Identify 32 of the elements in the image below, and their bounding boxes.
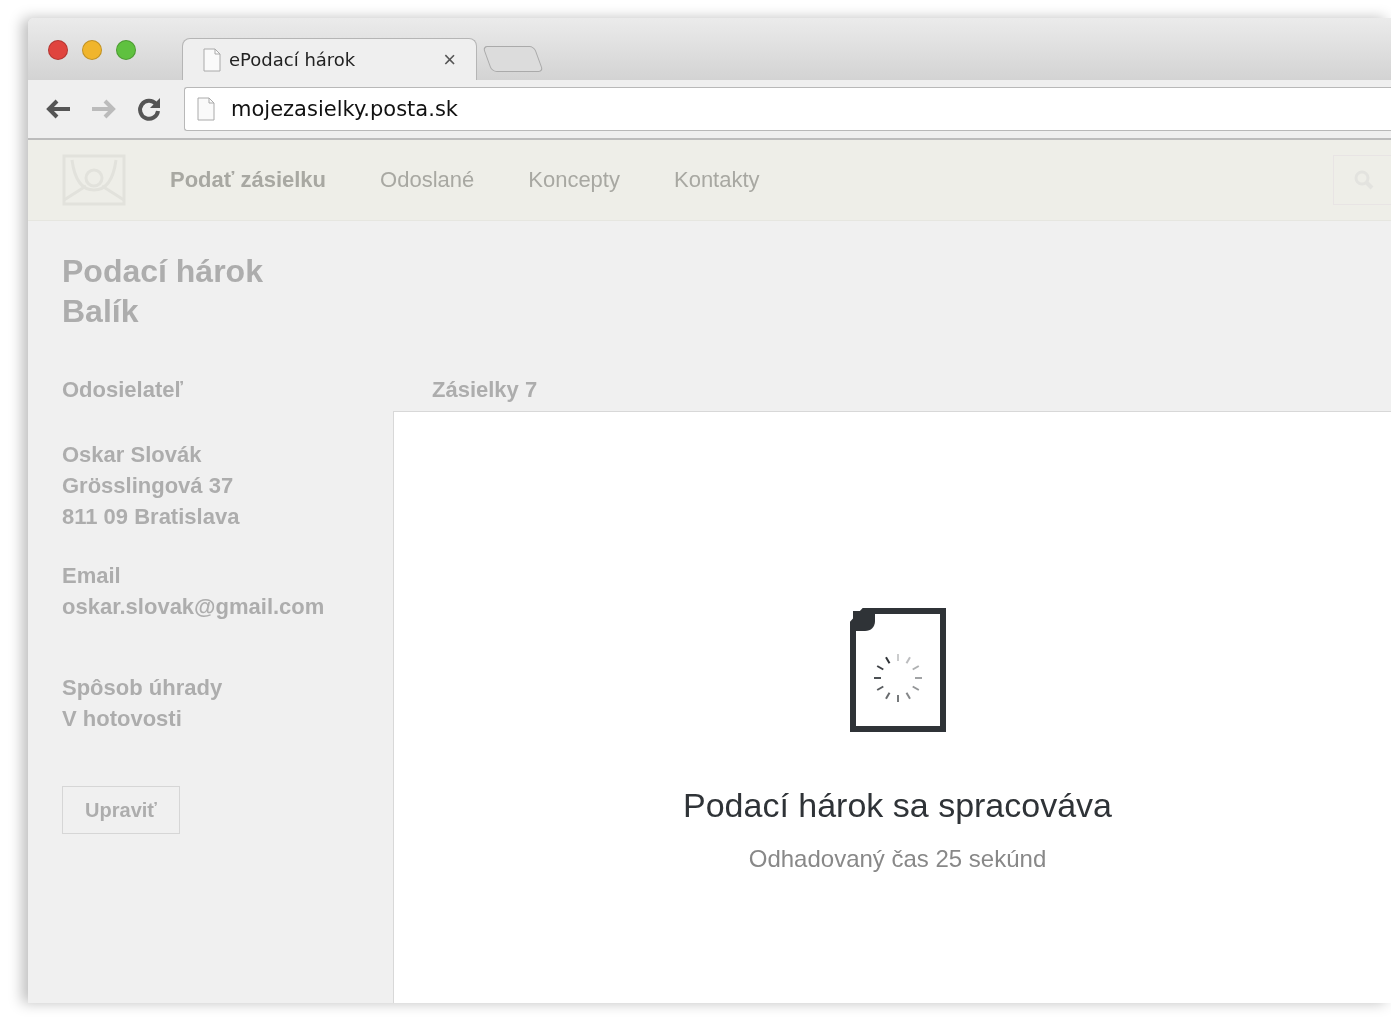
document-loading-icon xyxy=(849,608,946,732)
back-icon[interactable] xyxy=(44,97,72,121)
nav-link[interactable]: Koncepty xyxy=(528,167,620,193)
nav-link[interactable]: Podať zásielku xyxy=(170,167,327,193)
minimize-window-button[interactable] xyxy=(82,40,102,60)
edit-button[interactable]: Upraviť xyxy=(62,786,180,834)
field-value: oskar.slovak@gmail.com xyxy=(62,593,326,621)
field-value: V hotovosti xyxy=(62,705,183,733)
address-line: Oskar Slovák xyxy=(62,441,203,469)
reload-icon[interactable] xyxy=(136,96,162,122)
page-icon xyxy=(197,97,215,121)
close-window-button[interactable] xyxy=(48,40,68,60)
forward-icon[interactable] xyxy=(90,97,118,121)
tab-title: ePodací hárok xyxy=(229,49,357,70)
field-label: Spôsob úhrady xyxy=(62,674,224,702)
page-icon xyxy=(203,47,221,72)
nav-link[interactable]: Odoslané xyxy=(380,167,475,193)
nav-link[interactable]: Kontakty xyxy=(673,167,760,193)
processing-subtitle: Odhadovaný čas 25 sekúnd xyxy=(748,845,1047,873)
page-subtitle: Balík xyxy=(62,292,140,331)
section-heading: Odosielateľ xyxy=(62,377,184,404)
url-text: mojezasielky.posta.sk xyxy=(231,97,458,121)
address-bar[interactable]: mojezasielky.posta.sk xyxy=(184,87,1391,131)
zoom-window-button[interactable] xyxy=(116,40,136,60)
browser-tab[interactable]: ePodací hárok × xyxy=(182,38,477,80)
close-tab-button[interactable]: × xyxy=(443,48,456,71)
processing-title: Podací hárok sa spracováva xyxy=(683,786,1112,825)
field-label: Email xyxy=(62,562,122,590)
section-heading: Zásielky 7 xyxy=(431,377,539,404)
page-title: Podací hárok xyxy=(62,252,264,291)
address-line: Grösslingová 37 xyxy=(62,472,235,500)
address-line: 811 09 Bratislava xyxy=(62,503,241,531)
